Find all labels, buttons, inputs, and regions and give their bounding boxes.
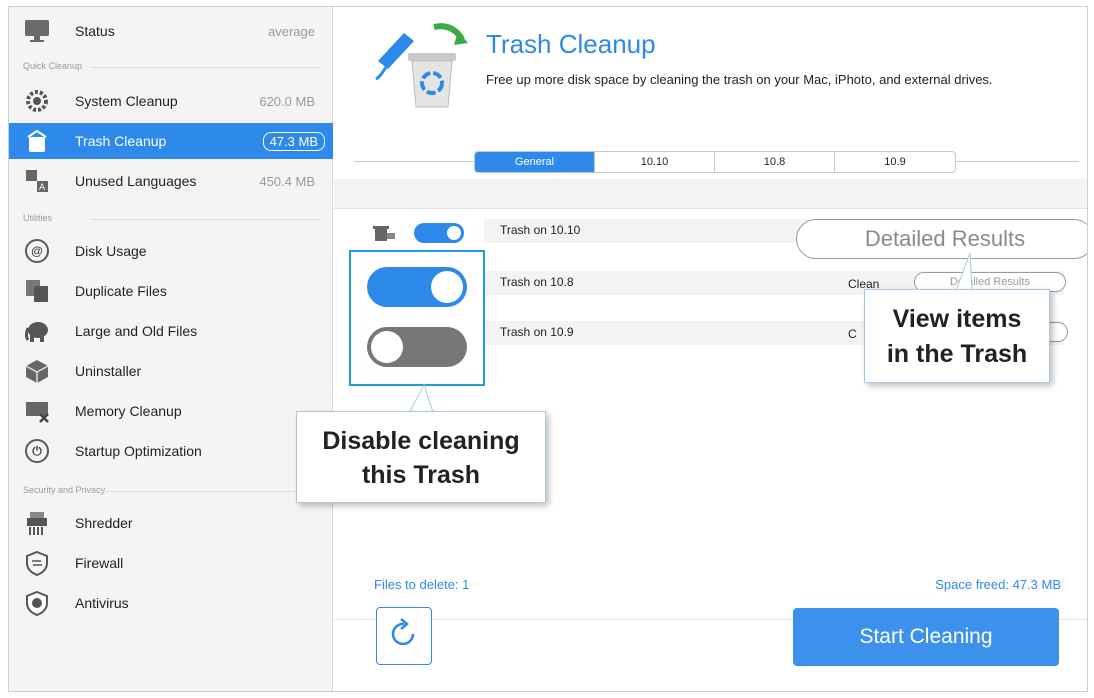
tab-10-9[interactable]: 10.9 (835, 152, 955, 172)
language-icon: A (23, 167, 51, 195)
callout-text: in the Trash (886, 340, 1028, 368)
sidebar-item-antivirus[interactable]: Antivirus (9, 585, 333, 621)
app-window: Status average Quick Cleanup System Clea… (8, 6, 1088, 692)
header-band (334, 179, 1087, 209)
size-value: 47.3 MB (262, 131, 325, 151)
sidebar-item-duplicate-files[interactable]: Duplicate Files (9, 273, 333, 309)
sidebar-item-label: Disk Usage (75, 243, 147, 259)
sidebar-item-label: Duplicate Files (75, 283, 167, 299)
callout-text: View items (892, 305, 1022, 333)
space-freed: Space freed: 47.3 MB (935, 577, 1061, 592)
gear-icon (23, 87, 51, 115)
sidebar-item-disk-usage[interactable]: @ Disk Usage (9, 233, 333, 269)
elephant-icon (23, 317, 51, 345)
trash-icon (23, 127, 51, 155)
power-icon: ⏻ (23, 437, 51, 465)
trash-cleanup-logo-icon (374, 21, 470, 111)
sidebar-item-label: Large and Old Files (75, 323, 198, 339)
tab-divider (354, 161, 476, 162)
files-to-delete: Files to delete: 1 (374, 577, 470, 592)
sidebar: Status average Quick Cleanup System Clea… (9, 7, 333, 691)
sidebar-item-system-cleanup[interactable]: System Cleanup 620.0 MB (9, 83, 333, 119)
shredder-icon (23, 509, 51, 537)
sidebar-item-label: Status (75, 23, 115, 39)
main-panel: Trash Cleanup Free up more disk space by… (296, 7, 1087, 691)
size-value: 620.0 MB (259, 93, 315, 109)
sidebar-item-label: Shredder (75, 515, 133, 531)
page-title: Trash Cleanup (486, 29, 656, 59)
trash-row-label: Trash on 10.9 (500, 325, 574, 339)
sidebar-item-label: Antivirus (75, 595, 129, 611)
refresh-icon (389, 617, 419, 655)
callout-pointer (955, 252, 973, 292)
trash-row-label: Trash on 10.10 (500, 223, 581, 237)
trash-can-icon (372, 223, 396, 248)
sidebar-item-status[interactable]: Status average (9, 13, 333, 49)
firewall-icon (23, 549, 51, 577)
toggle-trash-10-9[interactable] (367, 327, 467, 367)
sidebar-item-label: Trash Cleanup (75, 133, 167, 149)
monitor-icon (23, 17, 51, 45)
antivirus-icon (23, 589, 51, 617)
page-description: Free up more disk space by cleaning the … (486, 72, 993, 87)
sidebar-item-trash-cleanup[interactable]: Trash Cleanup 47.3 MB (9, 123, 333, 159)
sidebar-item-unused-languages[interactable]: A Unused Languages 450.4 MB (9, 163, 333, 199)
tab-10-10[interactable]: 10.10 (595, 152, 715, 172)
sidebar-item-label: Uninstaller (75, 363, 142, 379)
sidebar-item-label: System Cleanup (75, 93, 178, 109)
detailed-results-button[interactable]: Detailed Results (796, 219, 1087, 259)
size-value: 450.4 MB (259, 173, 315, 189)
sidebar-item-label: Startup Optimization (75, 443, 202, 459)
tab-10-8[interactable]: 10.8 (715, 152, 835, 172)
trash-row-label: Trash on 10.8 (500, 275, 574, 289)
disable-cleaning-callout: Disable cleaning this Trash (296, 411, 546, 503)
memory-icon (23, 397, 51, 425)
tab-divider (954, 161, 1079, 162)
sidebar-item-large-old-files[interactable]: Large and Old Files (9, 313, 333, 349)
sidebar-item-startup-optimization[interactable]: ⏻ Startup Optimization (9, 433, 333, 469)
section-security: Security and Privacy (23, 485, 322, 495)
disk-icon: @ (23, 237, 51, 265)
sidebar-item-label: Firewall (75, 555, 124, 571)
sidebar-item-uninstaller[interactable]: Uninstaller (9, 353, 333, 389)
sidebar-item-label: Unused Languages (75, 173, 197, 189)
start-cleaning-button[interactable]: Start Cleaning (793, 608, 1059, 666)
duplicate-icon (23, 277, 51, 305)
toggle-trash-10-10[interactable] (414, 223, 464, 243)
callout-text: Disable cleaning (322, 427, 520, 455)
section-quick-cleanup: Quick Cleanup (23, 61, 322, 71)
view-items-callout: View items in the Trash (864, 289, 1050, 383)
svg-text:A: A (39, 183, 46, 193)
sidebar-item-label: Memory Cleanup (75, 403, 182, 419)
sidebar-item-firewall[interactable]: Firewall (9, 545, 333, 581)
tab-bar: General 10.10 10.8 10.9 (474, 151, 956, 173)
status-value: average (268, 23, 315, 39)
callout-text: this Trash (361, 461, 481, 489)
section-utilities: Utilities (23, 213, 322, 223)
sidebar-item-shredder[interactable]: Shredder (9, 505, 333, 541)
toggle-trash-10-8[interactable] (367, 267, 467, 307)
clean-label-partial: C (848, 327, 857, 341)
box-icon (23, 357, 51, 385)
sidebar-item-memory-cleanup[interactable]: Memory Cleanup (9, 393, 333, 429)
refresh-button[interactable] (376, 607, 432, 665)
tab-general[interactable]: General (475, 152, 595, 172)
